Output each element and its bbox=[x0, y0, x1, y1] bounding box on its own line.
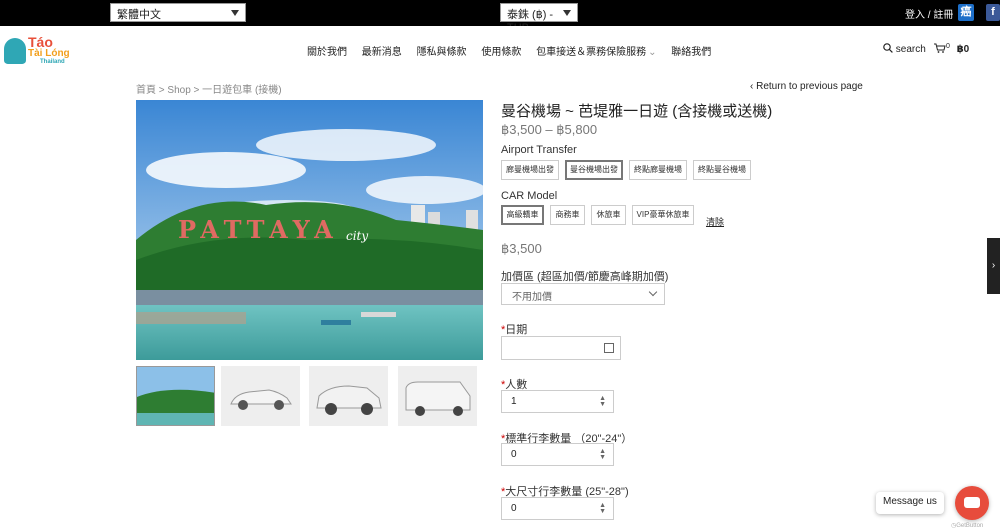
social-link-icon[interactable]: 癌 bbox=[958, 4, 974, 21]
return-link[interactable]: ‹ Return to previous page bbox=[750, 81, 863, 92]
transfer-option-bkk-depart[interactable]: 曼谷機場出發 bbox=[565, 160, 623, 180]
product-main-image[interactable]: PATTAYA city bbox=[136, 100, 483, 360]
van-car-icon bbox=[398, 366, 477, 426]
cart-count: 0 bbox=[946, 43, 950, 50]
large-luggage-stepper[interactable]: 0 ▲ ▼ bbox=[501, 497, 614, 520]
car-model-label: CAR Model bbox=[501, 190, 558, 202]
cart-icon bbox=[934, 43, 946, 54]
pattaya-photo: PATTAYA city bbox=[136, 100, 483, 360]
chevron-down-icon bbox=[648, 287, 658, 297]
car-option-sedan[interactable]: 高級轎車 bbox=[501, 205, 544, 225]
suv-car-icon bbox=[309, 366, 388, 426]
transfer-option-dmk-depart[interactable]: 廊曼機場出發 bbox=[501, 160, 559, 180]
surcharge-label: 加價區 (超區加價/節慶高峰期加價) bbox=[501, 271, 669, 283]
people-value: 1 bbox=[511, 396, 517, 407]
calendar-icon[interactable] bbox=[604, 343, 614, 353]
large-luggage-value: 0 bbox=[511, 503, 517, 514]
caret-down-icon bbox=[563, 10, 571, 16]
nav-item-services[interactable]: 包車接送＆票務保險服務 ⌄ bbox=[536, 47, 656, 58]
search-button[interactable]: search bbox=[883, 43, 926, 55]
stepper-arrows-icon[interactable]: ▲ ▼ bbox=[599, 448, 606, 461]
chat-bubble[interactable]: Message us bbox=[876, 492, 944, 514]
date-input[interactable] bbox=[501, 336, 621, 360]
caret-down-icon bbox=[231, 10, 239, 16]
chevron-left-icon: ‹ bbox=[750, 81, 754, 92]
nav-item-privacy[interactable]: 隱私與條款 bbox=[417, 47, 467, 58]
people-stepper[interactable]: 1 ▲ ▼ bbox=[501, 390, 614, 413]
chat-icon bbox=[964, 497, 980, 508]
thumbnail-pattaya[interactable] bbox=[136, 366, 215, 426]
search-label: search bbox=[895, 44, 926, 55]
breadcrumb-home[interactable]: 首頁 bbox=[136, 85, 156, 96]
side-panel-toggle[interactable]: › bbox=[987, 238, 1000, 294]
nav-item-services-label: 包車接送＆票務保險服務 bbox=[536, 47, 647, 58]
elephant-logo-icon bbox=[4, 38, 26, 64]
thumbnail-suv[interactable] bbox=[309, 366, 388, 426]
car-option-vip[interactable]: VIP豪華休旅車 bbox=[632, 205, 694, 225]
pattaya-sign: PATTAYA bbox=[178, 215, 339, 244]
login-register-link[interactable]: 登入 / 註冊 bbox=[905, 6, 953, 21]
transfer-option-bkk-arrive[interactable]: 終點曼谷機場 bbox=[693, 160, 751, 180]
thumbnail-van[interactable] bbox=[398, 366, 477, 426]
breadcrumb-shop[interactable]: Shop bbox=[167, 85, 190, 96]
logo-text-2: Tài Lóng bbox=[28, 48, 70, 59]
currency-select[interactable]: 泰銖 (฿) - THB bbox=[500, 3, 578, 34]
transfer-label: Airport Transfer bbox=[501, 144, 577, 156]
return-link-label: Return to previous page bbox=[756, 81, 863, 92]
chevron-down-icon: ⌄ bbox=[648, 47, 657, 58]
clear-selection-link[interactable]: 清除 bbox=[706, 215, 724, 228]
thumbnail-sedan[interactable] bbox=[221, 366, 300, 426]
thumbnail-pattaya-image bbox=[137, 367, 214, 425]
price-range: ฿3,500 – ฿5,800 bbox=[501, 122, 598, 137]
top-bar: 繁體中文 泰銖 (฿) - THB 登入 / 註冊 癌 f bbox=[0, 0, 1000, 34]
search-icon bbox=[883, 43, 893, 53]
logo-text-3: Thailand bbox=[40, 59, 65, 65]
stepper-arrows-icon[interactable]: ▲ ▼ bbox=[599, 502, 606, 515]
site-logo[interactable]: Táo Tài Lóng Thailand bbox=[2, 34, 72, 70]
car-option-business[interactable]: 商務車 bbox=[550, 205, 585, 225]
transfer-option-dmk-arrive[interactable]: 終點廊曼機場 bbox=[629, 160, 687, 180]
main-nav: 關於我們 最新消息 隱私與條款 使用條款 包車接送＆票務保險服務 ⌄ 聯絡我們 bbox=[307, 43, 723, 58]
nav-item-news[interactable]: 最新消息 bbox=[362, 47, 402, 58]
std-luggage-stepper[interactable]: 0 ▲ ▼ bbox=[501, 443, 614, 466]
selected-price: ฿3,500 bbox=[501, 241, 542, 256]
nav-item-about[interactable]: 關於我們 bbox=[307, 47, 347, 58]
breadcrumb-separator: > bbox=[193, 85, 200, 96]
sedan-car-icon bbox=[221, 366, 300, 426]
date-label: *日期 bbox=[501, 321, 527, 337]
car-option-suv[interactable]: 休旅車 bbox=[591, 205, 626, 225]
breadcrumb-current: 一日遊包車 (接機) bbox=[202, 85, 282, 96]
std-luggage-value: 0 bbox=[511, 449, 517, 460]
nav-item-terms[interactable]: 使用條款 bbox=[481, 47, 521, 58]
cart-total: ฿0 bbox=[956, 44, 970, 56]
surcharge-select[interactable]: 不用加價 bbox=[501, 283, 665, 305]
site-header: Táo Tài Lóng Thailand 關於我們 最新消息 隱私與條款 使用… bbox=[0, 26, 1000, 74]
language-select-value: 繁體中文 bbox=[117, 9, 161, 21]
breadcrumb-separator: > bbox=[158, 85, 165, 96]
getbutton-credit-label: GetButton bbox=[956, 523, 984, 529]
date-label-text: 日期 bbox=[505, 324, 528, 336]
breadcrumb: 首頁 > Shop > 一日遊包車 (接機) bbox=[136, 81, 282, 96]
product-title: 曼谷機場 ~ 芭堤雅一日遊 (含接機或送機) bbox=[501, 103, 773, 120]
stepper-arrows-icon[interactable]: ▲ ▼ bbox=[599, 395, 606, 408]
cart-button[interactable]: 0 ฿0 bbox=[934, 43, 969, 55]
language-select[interactable]: 繁體中文 bbox=[110, 3, 246, 22]
chat-button[interactable] bbox=[955, 486, 989, 520]
getbutton-credit[interactable]: ◷GetButton bbox=[951, 522, 983, 529]
nav-item-contact[interactable]: 聯絡我們 bbox=[671, 47, 711, 58]
facebook-icon[interactable]: f bbox=[986, 4, 1000, 21]
pattaya-sign-city: city bbox=[346, 229, 368, 243]
surcharge-select-value: 不用加價 bbox=[512, 292, 552, 303]
